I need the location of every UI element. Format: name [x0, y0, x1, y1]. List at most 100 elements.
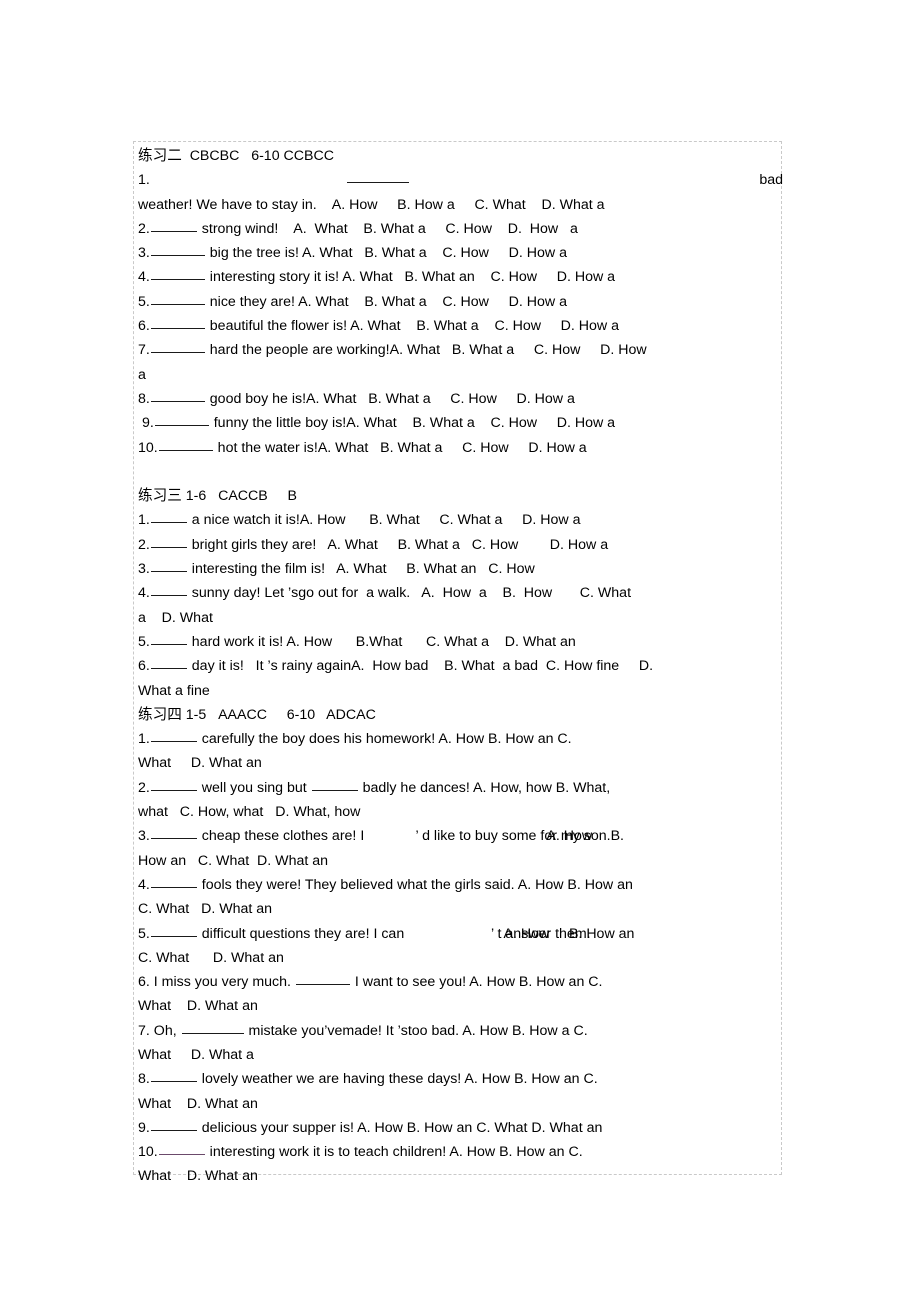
question-row: 10. interesting work it is to teach chil…	[138, 1140, 783, 1164]
question-row: 5. nice they are! A. What B. What a C. H…	[138, 290, 781, 314]
question-number: 10.	[138, 439, 158, 456]
question-row: 10. hot the water is!A. What B. What a C…	[138, 436, 781, 460]
question-continuation: What a fine	[138, 682, 210, 699]
answer-blank[interactable]	[150, 778, 197, 791]
question-row: 2. strong wind! A. What B. What a C. How…	[138, 217, 781, 241]
question-row: 3. cheap these clothes are! I ’ d like t…	[138, 824, 783, 848]
answer-blank[interactable]	[150, 535, 187, 548]
question-row: 6. I miss you very much. I want to see y…	[138, 970, 783, 994]
question-stem-cont: d like to buy some	[418, 828, 541, 845]
question-stem: Oh,	[153, 1022, 181, 1039]
sp	[315, 707, 326, 723]
question-stem-cont: I want to see you! A. How B. How an C.	[350, 974, 603, 991]
question-number: 5.	[138, 293, 150, 310]
answer-blank[interactable]	[158, 1142, 205, 1156]
question-number: 5.	[138, 633, 150, 650]
overlap-artifact: s rainy again	[271, 654, 351, 678]
section-2-answers-1-5: CBCBC	[189, 148, 240, 164]
section-4-heading: 练习四 1-5 AAACC 6-10 ADCAC	[138, 703, 781, 727]
question-stem: cheap these clothes are! I	[197, 828, 369, 845]
overlap-top-text: A. How	[546, 828, 593, 845]
question-stem: hard work it is! A. How B.What C. What a…	[187, 633, 576, 650]
question-row: 9. funny the little boy is!A. What B. Wh…	[138, 411, 781, 435]
answer-blank[interactable]	[150, 1118, 197, 1131]
answer-blank[interactable]	[150, 632, 187, 645]
question-row: 7. Oh, mistake you’vemade! It ’stoo bad.…	[138, 1019, 783, 1043]
answer-blank-2[interactable]	[311, 778, 358, 791]
question-row: 7. hard the people are working!A. What B…	[138, 338, 781, 362]
question-number: 2.	[138, 536, 150, 553]
answer-blank[interactable]	[150, 316, 205, 330]
question-stem: interesting work it is to teach children…	[205, 1144, 583, 1161]
question-number: 9.	[138, 415, 154, 432]
question-continuation: What D. What an	[138, 1095, 258, 1112]
section-4-title: 练习四	[138, 705, 182, 723]
question-row: 1. a nice watch it is!A. How B. What C. …	[138, 508, 781, 532]
answer-blank[interactable]	[346, 168, 410, 192]
answer-blank[interactable]	[150, 924, 197, 937]
question-number: 2.	[138, 220, 150, 237]
question-stem-cont: badly he dances! A. How, how B. What,	[358, 779, 611, 796]
question-number: 1.	[138, 731, 150, 748]
overlap-base-text: ve	[327, 1022, 343, 1039]
question-row: 6. day it is! It ’s rainy againA. How ba…	[138, 654, 781, 678]
question-number: 6.	[138, 318, 150, 335]
answer-blank[interactable]	[150, 340, 205, 354]
question-row: 8. good boy he is!A. What B. What a C. H…	[138, 387, 781, 411]
question-row: 1. bad	[138, 168, 783, 192]
answer-blank[interactable]	[150, 826, 197, 840]
question-number: 3.	[138, 561, 150, 578]
section-3-extra-answer: B	[287, 488, 297, 505]
question-continuation: a D. What	[138, 609, 213, 626]
question-continuation: How an C. What D. What an	[138, 852, 329, 869]
question-row: 5. difficult questions they are! I can ’…	[138, 922, 783, 946]
answer-blank[interactable]	[150, 292, 205, 305]
question-stem: difficult questions they are! I can	[197, 925, 405, 942]
question-number: 6.	[138, 974, 150, 991]
question-number: 9.	[138, 1119, 150, 1136]
question-stem: day it is! It	[187, 658, 268, 675]
answer-blank[interactable]	[150, 656, 187, 670]
answer-blank[interactable]	[154, 413, 209, 427]
question-stem: a nice watch it is!A. How B. What C. Wha…	[187, 512, 581, 529]
sp	[404, 926, 491, 942]
section-2-range-6-10: 6-10	[251, 148, 280, 164]
question-continuation: C. What D. What an	[138, 901, 273, 918]
sp	[368, 828, 415, 844]
section-3-answers: CACCB	[218, 488, 268, 505]
answer-blank[interactable]	[150, 583, 187, 597]
answer-blank[interactable]	[150, 875, 197, 888]
overlap-artifact: for my son. A. How	[540, 824, 610, 848]
question-stem: hot the water is!A. What B. What a C. Ho…	[213, 439, 587, 456]
section-3-range: 1-6	[185, 488, 207, 505]
answer-blank[interactable]	[150, 510, 187, 524]
question-number: 5.	[138, 925, 150, 942]
question-stem: carefully the boy does his homework! A. …	[197, 731, 572, 748]
question-tail-word: bad	[759, 172, 783, 189]
document-text-frame: 练习二 CBCBC 6-10 CCBCC 1. bad weather! We …	[133, 141, 783, 1184]
question-number: 3.	[138, 828, 150, 845]
sp	[267, 707, 287, 723]
question-option-cont: B.	[610, 828, 624, 845]
answer-blank[interactable]	[150, 729, 197, 743]
section-2-heading: 练习二 CBCBC 6-10 CCBCC	[138, 144, 781, 168]
question-stem: interesting the film is! A. What B. What…	[187, 561, 535, 578]
answer-blank[interactable]	[150, 389, 205, 402]
answer-blank[interactable]	[150, 267, 205, 281]
question-stem: delicious your supper is! A. How B. How …	[197, 1119, 603, 1136]
question-stem: funny the little boy is!A. What B. What …	[209, 415, 616, 432]
section-4-range-1: 1-5	[185, 706, 207, 723]
answer-blank[interactable]	[181, 1021, 244, 1034]
question-continuation: What D. What an	[138, 998, 258, 1015]
question-stem-cont: A. How bad B. What a bad C. How fine D.	[351, 658, 654, 675]
answer-blank[interactable]	[150, 559, 187, 573]
section-4-answers-1: AAACC	[218, 706, 267, 723]
question-number: 4.	[138, 585, 150, 602]
question-stem: good boy he is!A. What B. What a C. How …	[205, 390, 575, 407]
answer-blank[interactable]	[150, 243, 205, 257]
answer-blank[interactable]	[295, 972, 350, 986]
answer-blank[interactable]	[158, 438, 213, 451]
question-stem: well you sing but	[197, 779, 311, 796]
answer-blank[interactable]	[150, 219, 197, 232]
answer-blank[interactable]	[150, 1069, 197, 1083]
